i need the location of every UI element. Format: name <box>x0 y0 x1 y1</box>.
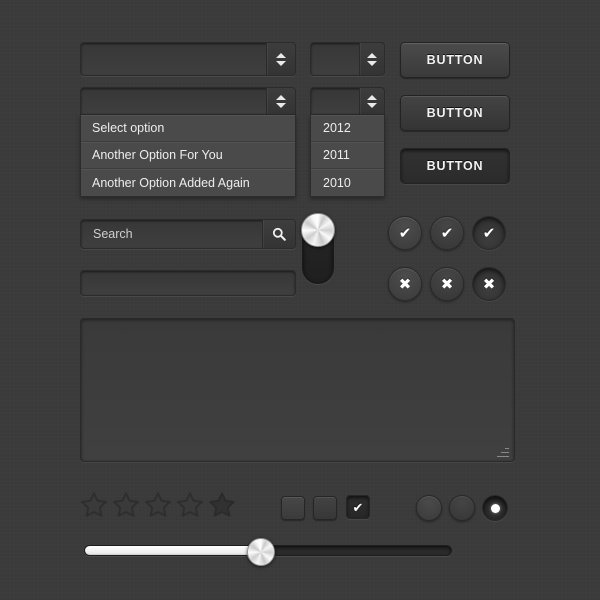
check-button-normal[interactable]: ✔ <box>388 216 422 250</box>
button-primary-normal[interactable]: BUTTON <box>400 42 510 78</box>
slider-knob[interactable] <box>246 538 275 566</box>
toggle-switch-knob[interactable] <box>301 213 335 247</box>
option-item[interactable]: Select option <box>81 115 295 142</box>
spinner-up-down-icon[interactable] <box>266 43 295 75</box>
radio-selected[interactable] <box>482 495 508 521</box>
slider-fill <box>85 546 262 555</box>
triangle-up-icon <box>276 94 286 100</box>
radio-dot-icon <box>490 503 500 513</box>
check-icon: ✔ <box>482 224 496 242</box>
search-button[interactable] <box>262 220 295 248</box>
ui-kit-canvas: BUTTON Select option Another Option For … <box>0 0 600 600</box>
cross-icon: ✖ <box>440 275 454 293</box>
check-button-pressed[interactable]: ✔ <box>472 216 506 250</box>
option-item[interactable]: Another Option For You <box>81 142 295 169</box>
select-top-small[interactable] <box>310 42 385 76</box>
option-item[interactable]: 2010 <box>311 169 384 196</box>
select-open-wide-option-list[interactable]: Select option Another Option For You Ano… <box>80 115 296 197</box>
rating-star-5[interactable] <box>207 490 237 520</box>
cross-button-pressed[interactable]: ✖ <box>472 267 506 301</box>
checkbox-unchecked-hover[interactable] <box>313 496 337 520</box>
check-button-hover[interactable]: ✔ <box>430 216 464 250</box>
star-outline-icon <box>113 492 139 517</box>
option-item[interactable]: Another Option Added Again <box>81 169 295 196</box>
spinner-up-down-icon[interactable] <box>359 88 384 114</box>
star-outline-icon <box>81 492 107 517</box>
text-input-field[interactable] <box>80 270 296 296</box>
textarea[interactable] <box>80 318 515 462</box>
star-outline-icon <box>145 492 171 517</box>
rating-star-3[interactable] <box>143 490 173 520</box>
triangle-down-icon <box>276 60 286 66</box>
star-filled-icon <box>209 492 235 517</box>
rating-star-1[interactable] <box>79 490 109 520</box>
select-open-wide-value <box>81 88 266 114</box>
cross-button-normal[interactable]: ✖ <box>388 267 422 301</box>
select-top-wide-value <box>81 43 266 75</box>
select-top-wide[interactable] <box>80 42 296 76</box>
rating-star-4[interactable] <box>175 490 205 520</box>
search-field[interactable]: Search <box>80 219 296 249</box>
rating-star-2[interactable] <box>111 490 141 520</box>
search-icon <box>272 227 286 241</box>
button-primary-hover[interactable]: BUTTON <box>400 95 510 131</box>
triangle-up-icon <box>367 94 377 100</box>
select-open-wide[interactable] <box>80 87 296 115</box>
radio-unselected-hover[interactable] <box>449 495 475 521</box>
resize-grip-icon[interactable] <box>497 445 509 457</box>
select-open-small-option-list[interactable]: 2012 2011 2010 <box>310 115 385 197</box>
triangle-down-icon <box>367 60 377 66</box>
check-icon: ✔ <box>352 499 364 515</box>
cross-button-hover[interactable]: ✖ <box>430 267 464 301</box>
spinner-up-down-icon[interactable] <box>359 43 384 75</box>
checkbox-unchecked[interactable] <box>281 496 305 520</box>
spinner-up-down-icon[interactable] <box>266 88 295 114</box>
check-icon: ✔ <box>398 224 412 242</box>
checkbox-checked[interactable]: ✔ <box>346 495 370 519</box>
option-item[interactable]: 2011 <box>311 142 384 169</box>
triangle-up-icon <box>367 52 377 58</box>
triangle-down-icon <box>276 102 286 108</box>
select-open-small[interactable] <box>310 87 385 115</box>
select-open-small-value <box>311 88 359 114</box>
radio-unselected[interactable] <box>416 495 442 521</box>
search-input[interactable]: Search <box>93 220 133 248</box>
star-outline-icon <box>177 492 203 517</box>
cross-icon: ✖ <box>398 275 412 293</box>
triangle-up-icon <box>276 52 286 58</box>
button-primary-pressed[interactable]: BUTTON <box>400 148 510 184</box>
check-icon: ✔ <box>440 224 454 242</box>
triangle-down-icon <box>367 102 377 108</box>
cross-icon: ✖ <box>482 275 496 293</box>
option-item[interactable]: 2012 <box>311 115 384 142</box>
select-top-small-value <box>311 43 359 75</box>
